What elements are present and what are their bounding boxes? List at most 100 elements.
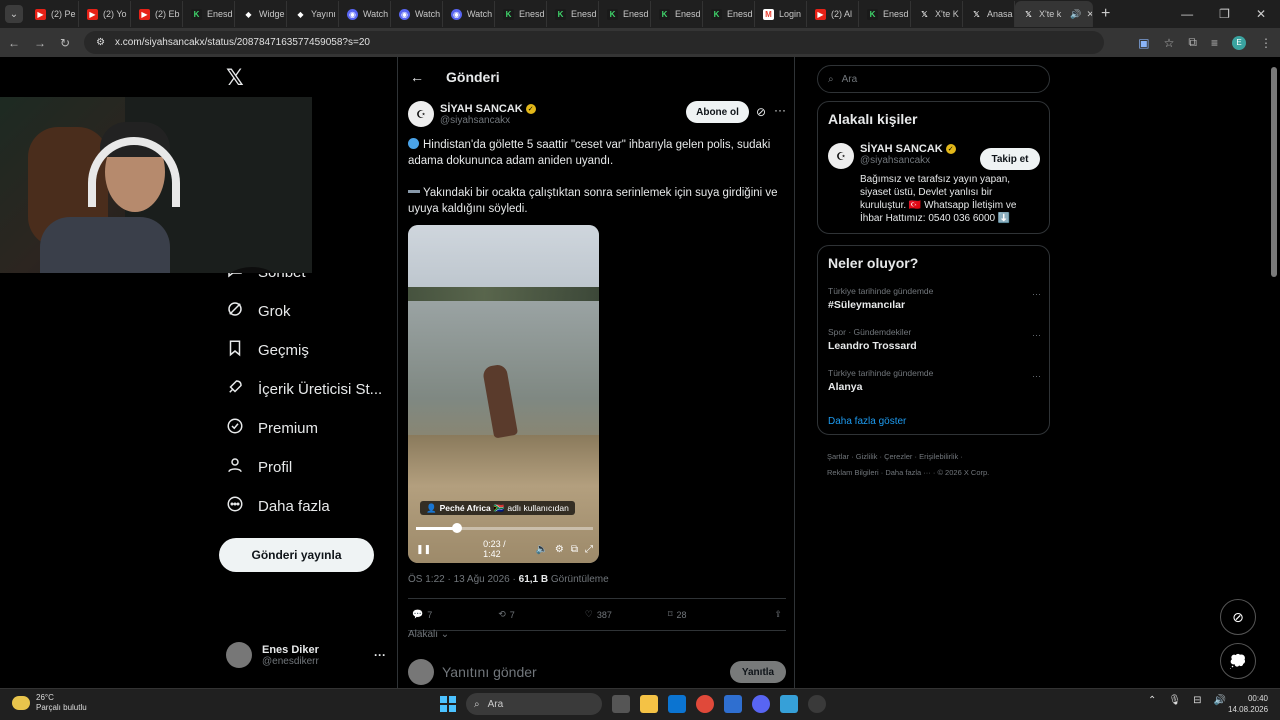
grok-fab[interactable]: ⊘ <box>1220 599 1256 635</box>
trend-item[interactable]: Türkiye tarihinde gündemde #Süleymancılar… <box>828 286 1041 311</box>
address-bar[interactable]: ⚙ x.com/siyahsancakx/status/208784716357… <box>84 31 1105 54</box>
repost-action[interactable]: ⟲ 7 <box>498 609 515 620</box>
browser-tab[interactable]: ◉ Watch <box>339 1 391 27</box>
nav-item-more-circle[interactable]: Daha fazla <box>226 495 330 517</box>
volume-icon[interactable]: 🔈 <box>535 544 547 555</box>
search-box[interactable]: ⌕ Ara <box>817 65 1050 93</box>
translate-icon[interactable]: ▣ <box>1138 36 1149 50</box>
weather-widget[interactable]: 26°C Parçalı bulutlu <box>12 693 87 713</box>
nav-item-verified[interactable]: Premium <box>226 417 318 439</box>
tweet-author[interactable]: ☪ SİYAH SANCAK ✓ @siyahsancakx <box>408 101 536 127</box>
browser-tab[interactable]: K Enesd <box>547 1 599 27</box>
browser-tab[interactable]: 𝕏 Anasa <box>963 1 1015 27</box>
store-icon[interactable] <box>668 695 686 713</box>
maximize-icon[interactable]: ❐ <box>1219 7 1230 21</box>
reading-list-icon[interactable]: ≡ <box>1211 36 1218 50</box>
settings-icon[interactable]: ⚙ <box>555 544 564 555</box>
browser-tab[interactable]: 𝕏 X'te k 🔊 ✕ <box>1015 1 1093 27</box>
browser-tab[interactable]: K Enesd <box>183 1 235 27</box>
reply-button[interactable]: Yanıtla <box>730 661 786 683</box>
trend-item[interactable]: Spor · Gündemdekiler Leandro Trossard ··· <box>828 327 1041 352</box>
forward-icon[interactable]: → <box>34 36 46 50</box>
minimize-icon[interactable]: — <box>1181 7 1193 21</box>
nav-item-rocket[interactable]: İçerik Üreticisi St... <box>226 378 382 400</box>
browser-menu-icon[interactable]: ⋮ <box>1260 36 1272 50</box>
extensions-icon[interactable]: ⧉ <box>1188 35 1197 50</box>
obs-icon[interactable] <box>808 695 826 713</box>
discord-icon[interactable] <box>752 695 770 713</box>
bookmark-action[interactable]: ⌑ 28 <box>668 609 687 620</box>
tweet-timestamp[interactable]: ÖS 1:22 · 13 Ağu 2026 · <box>408 574 519 585</box>
reply-sort-dropdown[interactable]: Alakalı ⌄ <box>408 629 449 640</box>
browser-tab[interactable]: ◉ Watch <box>391 1 443 27</box>
browser-tab[interactable]: ◉ Watch <box>443 1 495 27</box>
nav-item-grok[interactable]: Grok <box>226 300 291 322</box>
taskbar-clock[interactable]: 00:40 14.08.2026 <box>1228 693 1268 715</box>
follow-button[interactable]: Takip et <box>980 148 1040 170</box>
person-avatar[interactable]: ☪ <box>828 143 854 169</box>
reply-input[interactable]: Yanıtını gönder <box>442 664 537 680</box>
tab-search-icon[interactable]: ⌄ <box>5 5 23 23</box>
pause-icon[interactable]: ❚❚ <box>416 544 431 555</box>
browser-tab[interactable]: K Enesd <box>703 1 755 27</box>
browser-tab[interactable]: ▶ (2) Eb <box>131 1 183 27</box>
footer-line-2[interactable]: Reklam Bilgileri · Daha fazla ··· · © 20… <box>827 465 1047 481</box>
browser-tab[interactable]: K Enesd <box>599 1 651 27</box>
close-window-icon[interactable]: ✕ <box>1256 7 1266 21</box>
subscribe-button[interactable]: Abone ol <box>686 101 749 123</box>
trend-more-icon[interactable]: ··· <box>1032 371 1041 381</box>
fullscreen-icon[interactable]: ⤢ <box>585 544 593 555</box>
more-options-icon[interactable]: ··· <box>774 103 786 117</box>
back-icon[interactable]: ← <box>8 36 20 50</box>
like-action[interactable]: ♡ 387 <box>585 609 612 620</box>
browser-tab[interactable]: ▶ (2) Yo <box>79 1 131 27</box>
browser-tab[interactable]: ◆ Widge <box>235 1 287 27</box>
share-action[interactable]: ⇪ <box>774 609 782 620</box>
close-tab-icon[interactable]: ✕ <box>1086 9 1092 20</box>
dock-icon[interactable]: ⧉ <box>571 544 578 555</box>
tray-chevron-icon[interactable]: ⌃ <box>1148 695 1156 706</box>
nav-item-bookmark[interactable]: Geçmiş <box>226 339 309 361</box>
file-explorer-icon[interactable] <box>640 695 658 713</box>
reply-action[interactable]: 💬 7 <box>412 609 432 620</box>
browser-tab[interactable]: ◆ Yayını <box>287 1 339 27</box>
x-logo-icon[interactable]: 𝕏 <box>226 65 244 91</box>
network-icon[interactable]: ⊟ <box>1193 695 1201 706</box>
browser-tab[interactable]: K Enesd <box>859 1 911 27</box>
search-input[interactable]: Ara <box>842 74 858 85</box>
trend-more-icon[interactable]: ··· <box>1032 289 1041 299</box>
post-button[interactable]: Gönderi yayınla <box>219 538 374 572</box>
speaker-icon[interactable]: 🔊 <box>1213 695 1225 706</box>
more-icon[interactable]: ··· <box>374 648 386 662</box>
scrollbar[interactable] <box>1271 67 1277 277</box>
browser-tab[interactable]: M Login <box>755 1 807 27</box>
reload-icon[interactable]: ↻ <box>60 36 70 50</box>
star-icon[interactable]: ☆ <box>1164 36 1175 50</box>
grok-icon[interactable]: ⊘ <box>756 105 766 119</box>
chrome-icon[interactable] <box>696 695 714 713</box>
show-more-link[interactable]: Daha fazla göster <box>828 416 906 427</box>
audio-icon[interactable]: 🔊 <box>1070 9 1081 20</box>
messages-fab[interactable]: 💭 <box>1220 643 1256 679</box>
trend-item[interactable]: Türkiye tarihinde gündemde Alanya ··· <box>828 368 1041 393</box>
person-entry[interactable]: ☪ SİYAH SANCAK ✓ @siyahsancakx <box>828 143 956 169</box>
browser-tab[interactable]: K Enesd <box>651 1 703 27</box>
account-switcher[interactable]: Enes Diker @enesdikerr ··· <box>226 642 386 668</box>
browser-tab[interactable]: K Enesd <box>495 1 547 27</box>
browser-tab[interactable]: ▶ (2) Al <box>807 1 859 27</box>
taskbar-search[interactable]: ⌕ Ara <box>466 693 602 715</box>
site-info-icon[interactable]: ⚙ <box>96 37 105 48</box>
browser-tab[interactable]: 𝕏 X'te K <box>911 1 963 27</box>
author-avatar[interactable]: ☪ <box>408 101 434 127</box>
new-tab-button[interactable]: + <box>1101 5 1110 23</box>
mic-tray-icon[interactable]: 🎙 <box>1168 695 1181 706</box>
video-attribution[interactable]: 👤 Peché Africa 🇿🇦 adlı kullanıcıdan <box>420 501 575 515</box>
video-player[interactable]: 👤 Peché Africa 🇿🇦 adlı kullanıcıdan ❚❚ 0… <box>408 225 599 563</box>
notepad-icon[interactable] <box>780 695 798 713</box>
windows-start-icon[interactable] <box>440 696 456 712</box>
video-scrubber[interactable] <box>451 523 462 533</box>
browser-tab[interactable]: ▶ (2) Pe <box>27 1 79 27</box>
profile-avatar[interactable]: E <box>1232 35 1246 50</box>
outlook-icon[interactable] <box>724 695 742 713</box>
video-progress-bar[interactable] <box>416 523 593 533</box>
